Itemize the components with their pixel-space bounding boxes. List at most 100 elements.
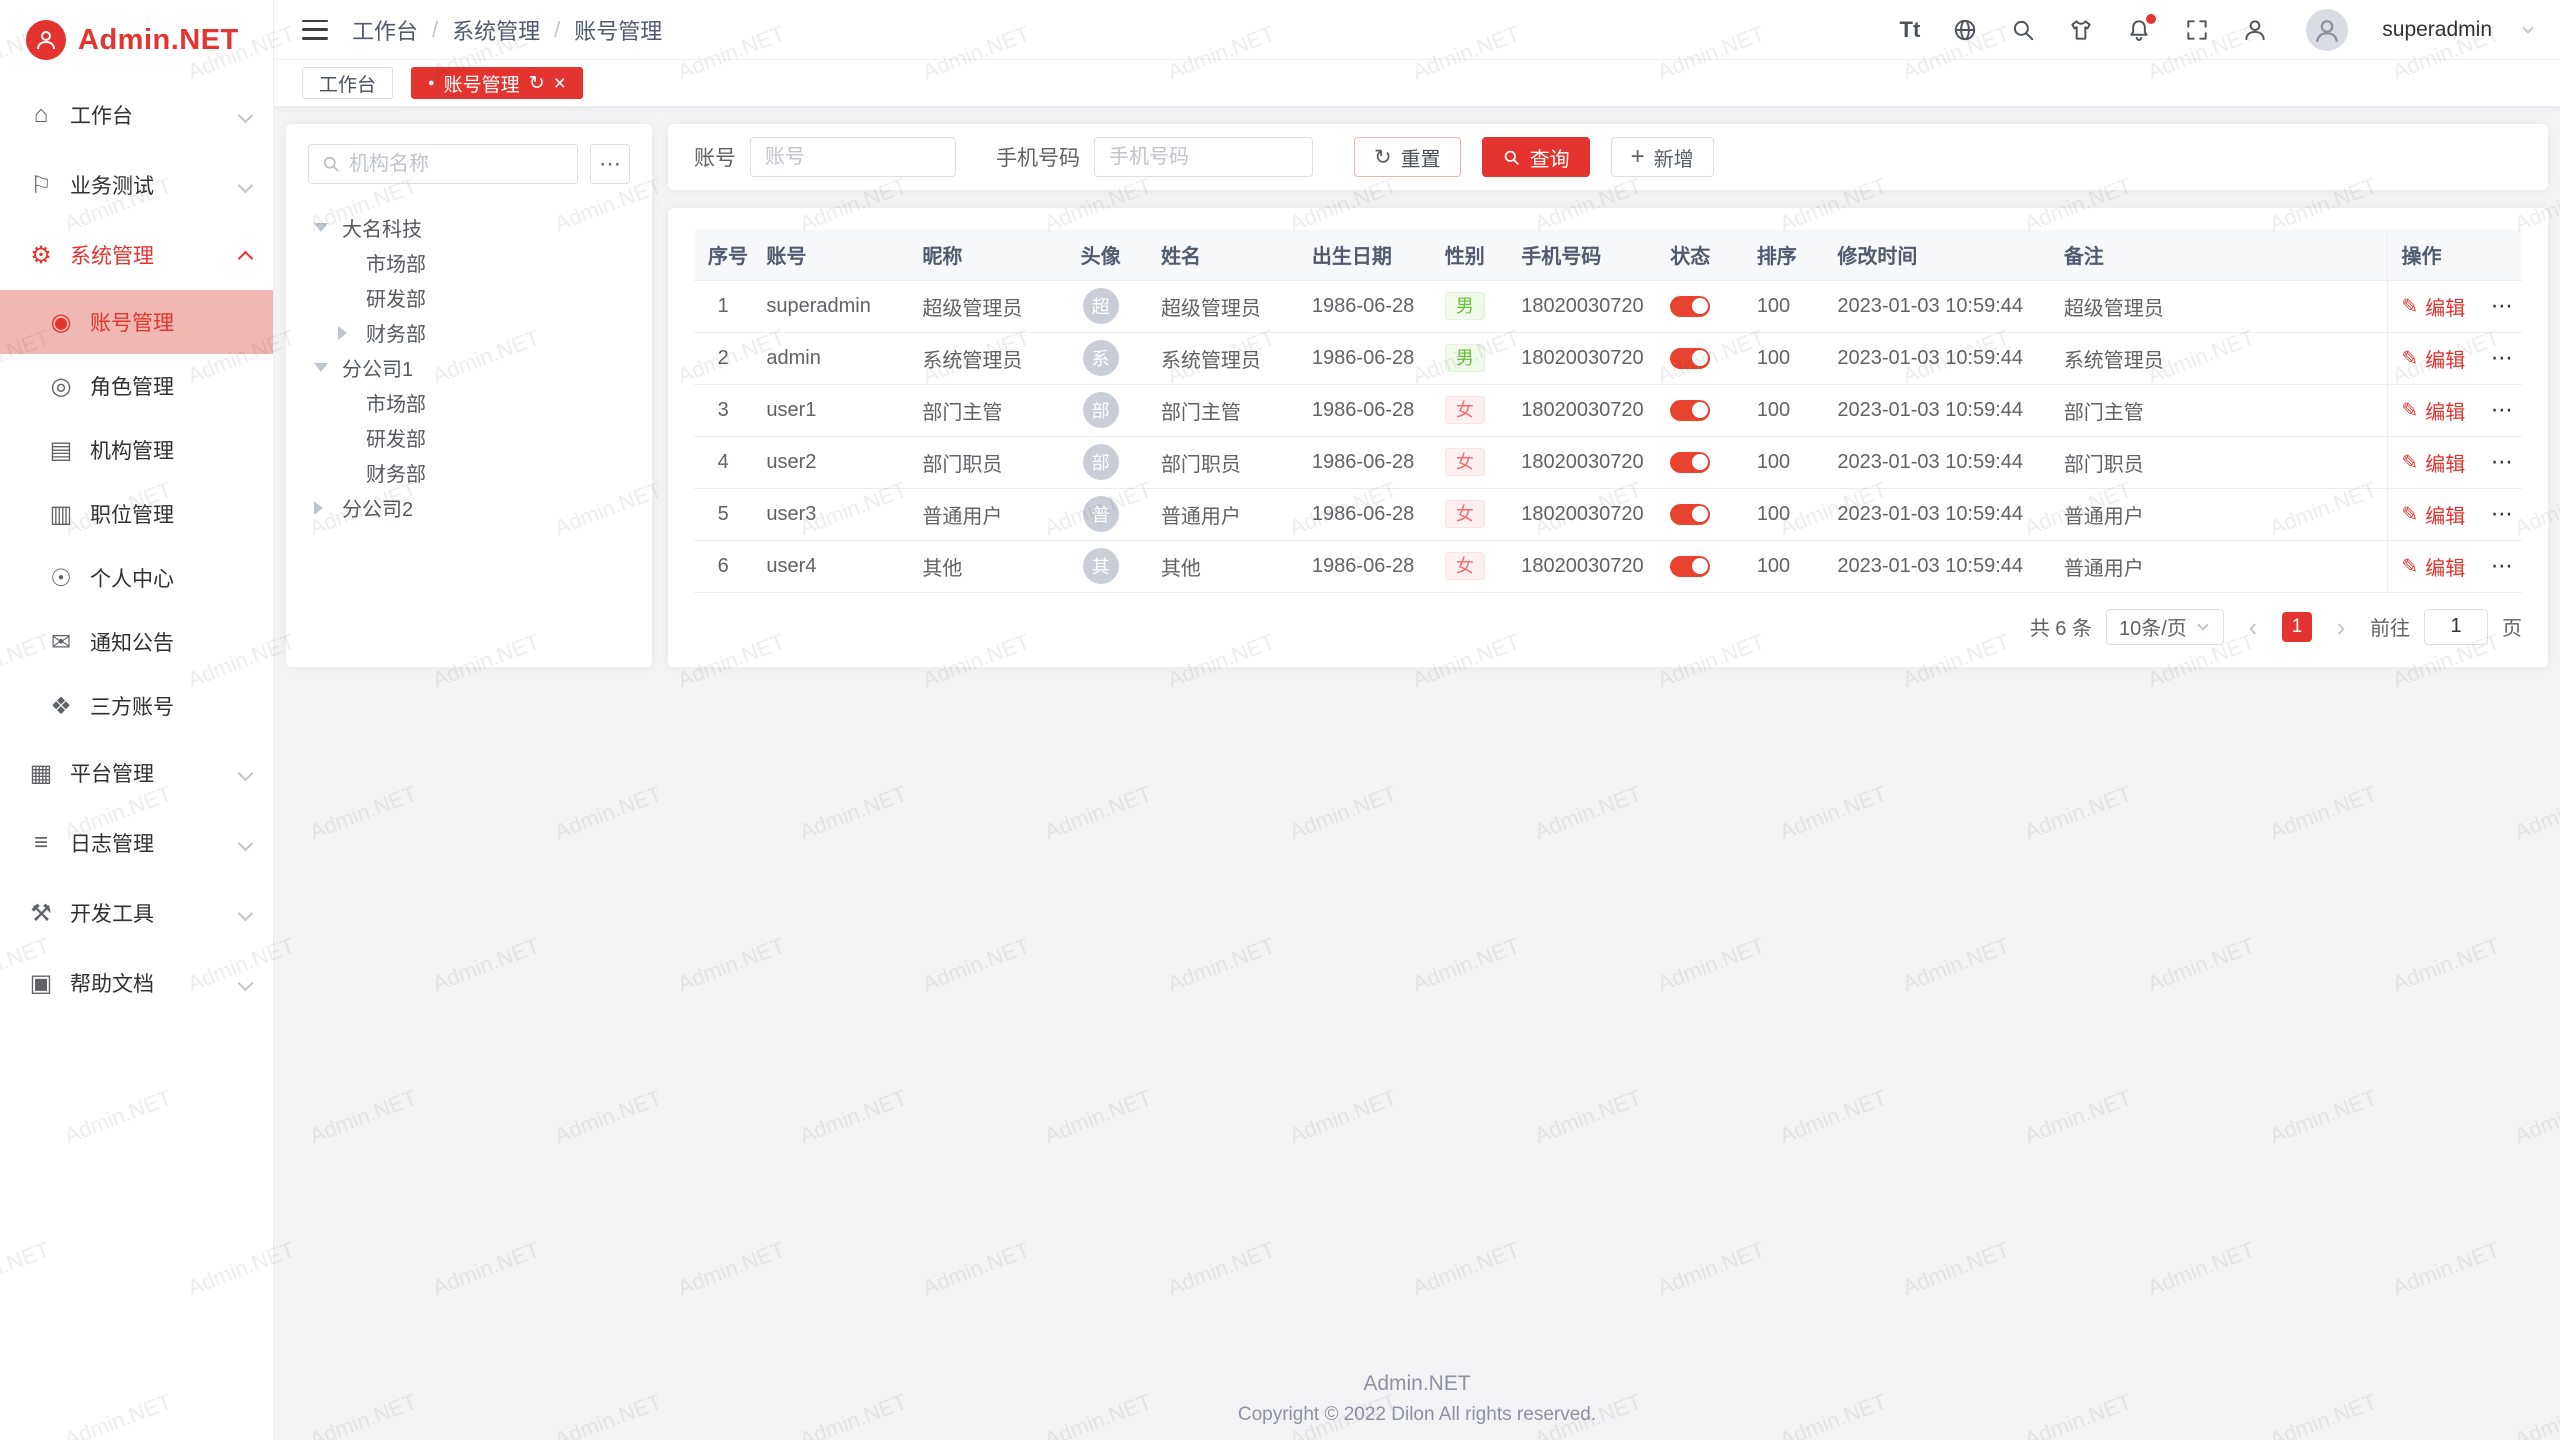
search-icon[interactable]	[2010, 17, 2036, 43]
breadcrumb-item[interactable]: 工作台	[352, 14, 418, 46]
notification-icon[interactable]	[2126, 17, 2152, 43]
tree-caret-icon[interactable]	[314, 501, 342, 515]
tree-node[interactable]: 大名科技	[308, 210, 630, 245]
org-search-input[interactable]	[349, 153, 565, 176]
status-toggle[interactable]	[1670, 400, 1710, 421]
notification-badge	[2146, 14, 2156, 24]
sidebar-item[interactable]: ◎ 角色管理	[0, 354, 273, 418]
sidebar-item[interactable]: ✉ 通知公告	[0, 610, 273, 674]
row-avatar: 超	[1083, 288, 1119, 324]
account-input[interactable]	[750, 137, 956, 177]
language-icon[interactable]	[1952, 17, 1978, 43]
tab-close-icon[interactable]: ×	[554, 73, 566, 94]
breadcrumb: 工作台 / 系统管理 / 账号管理	[352, 14, 662, 46]
phone-label: 手机号码	[996, 142, 1080, 172]
tree-node[interactable]: 分公司1	[308, 350, 630, 385]
more-actions-button[interactable]: ⋯	[2491, 449, 2513, 474]
more-actions-button[interactable]: ⋯	[2491, 501, 2513, 526]
row-avatar: 其	[1083, 548, 1119, 584]
sidebar-item[interactable]: ⚙ 系统管理	[0, 220, 273, 290]
chevron-down-icon	[238, 765, 254, 781]
sidebar-item[interactable]: ◉ 账号管理	[0, 290, 273, 354]
view-tab-label: 账号管理	[444, 70, 520, 97]
tree-node[interactable]: 财务部	[308, 315, 630, 350]
sidebar-item-label: 开发工具	[70, 898, 154, 928]
profile-icon[interactable]	[2242, 17, 2268, 43]
more-actions-button[interactable]: ⋯	[2491, 345, 2513, 370]
tree-node[interactable]: 市场部	[308, 385, 630, 420]
sidebar-item[interactable]: ⌂ 工作台	[0, 80, 273, 150]
reset-button[interactable]: ↻ 重置	[1354, 137, 1461, 177]
status-toggle[interactable]	[1670, 556, 1710, 577]
tree-node[interactable]: 分公司2	[308, 490, 630, 525]
gender-tag: 女	[1445, 552, 1485, 580]
page-content: ⋯ 大名科技 市场部	[274, 106, 2560, 667]
tree-node[interactable]: 市场部	[308, 245, 630, 280]
edit-button[interactable]: ✎ 编辑	[2402, 448, 2466, 477]
status-toggle[interactable]	[1670, 296, 1710, 317]
goto-page-input[interactable]	[2424, 609, 2488, 645]
view-tab[interactable]: 工作台	[302, 67, 393, 99]
username[interactable]: superadmin	[2382, 18, 2492, 42]
view-tab[interactable]: ● 账号管理 ↻ ×	[411, 67, 583, 99]
edit-button[interactable]: ✎ 编辑	[2402, 552, 2466, 581]
tree-caret-icon[interactable]	[338, 326, 366, 340]
sidebar-item[interactable]: ❖ 三方账号	[0, 674, 273, 738]
tree-caret-icon[interactable]	[314, 363, 342, 372]
edit-button[interactable]: ✎ 编辑	[2402, 396, 2466, 425]
platform-icon: ▦	[26, 759, 56, 788]
add-button[interactable]: + 新增	[1611, 137, 1714, 177]
status-toggle[interactable]	[1670, 348, 1710, 369]
tree-more-button[interactable]: ⋯	[590, 144, 630, 184]
cell-birthday: 1986-06-28	[1298, 384, 1431, 436]
more-actions-button[interactable]: ⋯	[2491, 293, 2513, 318]
sidebar-item[interactable]: ▥ 职位管理	[0, 482, 273, 546]
sidebar-item-label: 通知公告	[90, 627, 174, 657]
sidebar-item[interactable]: ☉ 个人中心	[0, 546, 273, 610]
prev-page-button[interactable]: ‹	[2238, 614, 2268, 640]
cell-remark: 普通用户	[2050, 540, 2387, 592]
cell-nickname: 普通用户	[908, 488, 1054, 540]
view-tab-label: 工作台	[319, 70, 376, 97]
tree-caret-icon[interactable]	[314, 223, 342, 232]
status-toggle[interactable]	[1670, 452, 1710, 473]
fullscreen-icon[interactable]	[2184, 17, 2210, 43]
cell-birthday: 1986-06-28	[1298, 540, 1431, 592]
page-number-button[interactable]: 1	[2282, 612, 2312, 642]
table-row: 6 user4 其他 其 其他 1986-06-28 女 18020030720	[694, 540, 2522, 592]
page-size-select[interactable]: 10条/页	[2106, 609, 2224, 645]
breadcrumb-item[interactable]: / 系统管理	[418, 14, 540, 46]
app-logo: Admin.NET	[0, 0, 273, 80]
gender-tag: 女	[1445, 500, 1485, 528]
sidebar-item[interactable]: ⚐ 业务测试	[0, 150, 273, 220]
phone-input[interactable]	[1094, 137, 1313, 177]
sidebar-item[interactable]: ⚒ 开发工具	[0, 878, 273, 948]
sidebar-item[interactable]: ▦ 平台管理	[0, 738, 273, 808]
next-page-button[interactable]: ›	[2326, 614, 2356, 640]
top-header: 工作台 / 系统管理 / 账号管理 Tt	[274, 0, 2560, 60]
search-button[interactable]: 查询	[1482, 137, 1590, 177]
tree-node[interactable]: 研发部	[308, 420, 630, 455]
breadcrumb-separator: /	[554, 17, 560, 43]
edit-button[interactable]: ✎ 编辑	[2402, 344, 2466, 373]
sidebar-item[interactable]: ≡ 日志管理	[0, 808, 273, 878]
status-toggle[interactable]	[1670, 504, 1710, 525]
sidebar-item[interactable]: ▣ 帮助文档	[0, 948, 273, 1018]
sidebar-item[interactable]: ▤ 机构管理	[0, 418, 273, 482]
tree-node[interactable]: 财务部	[308, 455, 630, 490]
menu-collapse-icon[interactable]	[302, 20, 328, 40]
tab-refresh-icon[interactable]: ↻	[529, 72, 545, 95]
breadcrumb-item[interactable]: / 账号管理	[540, 14, 662, 46]
edit-button[interactable]: ✎ 编辑	[2402, 500, 2466, 529]
cell-modified: 2023-01-03 10:59:44	[1823, 488, 2049, 540]
table-row: 4 user2 部门职员 部 部门职员 1986-06-28 女 1802003…	[694, 436, 2522, 488]
notice-icon: ✉	[46, 628, 76, 657]
edit-button[interactable]: ✎ 编辑	[2402, 292, 2466, 321]
user-avatar[interactable]	[2306, 9, 2348, 51]
layout-config-icon[interactable]	[2068, 17, 2094, 43]
user-menu-caret-icon[interactable]	[2522, 22, 2533, 33]
tree-node[interactable]: 研发部	[308, 280, 630, 315]
more-actions-button[interactable]: ⋯	[2491, 397, 2513, 422]
font-size-icon[interactable]: Tt	[1900, 17, 1921, 43]
more-actions-button[interactable]: ⋯	[2491, 553, 2513, 578]
